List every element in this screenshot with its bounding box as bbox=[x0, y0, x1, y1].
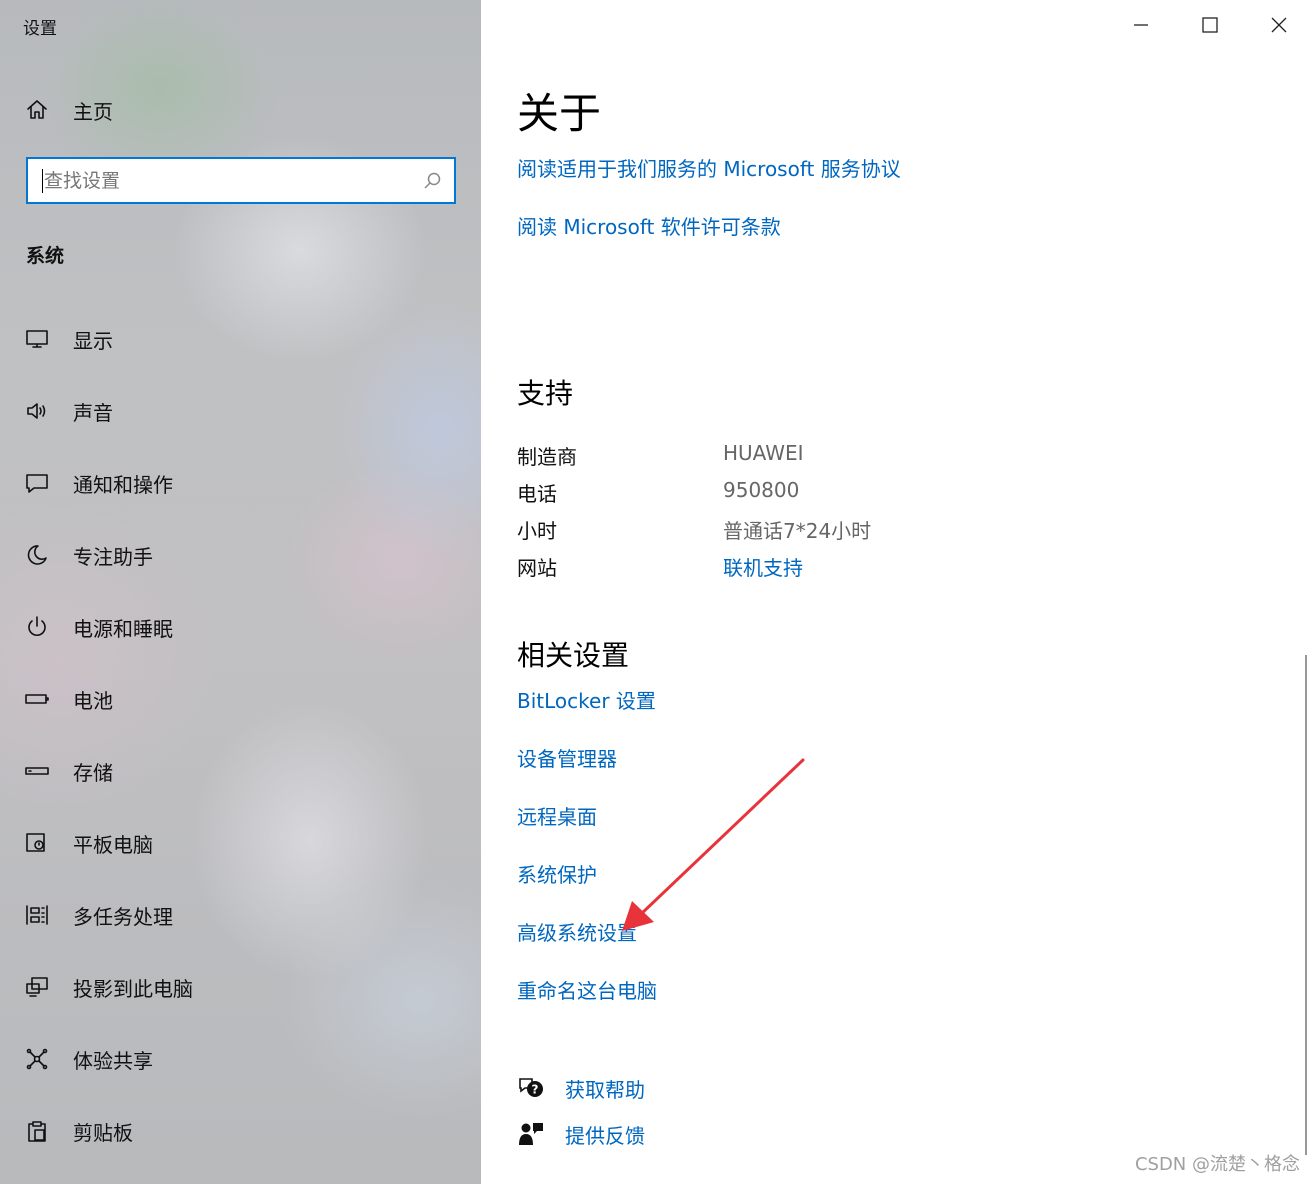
support-heading: 支持 bbox=[517, 377, 574, 410]
sidebar-item-label: 专注助手 bbox=[73, 544, 153, 569]
nav-list: 显示 声音 通知和操作 专注助手 电源和睡眠 电池 存储 平板电脑 多任务处理 … bbox=[0, 303, 481, 1167]
feedback-icon bbox=[519, 1123, 543, 1145]
project-icon bbox=[24, 974, 50, 1000]
link-bitlocker-settings[interactable]: BitLocker 设置 bbox=[517, 685, 656, 714]
support-key-hours: 小时 bbox=[517, 519, 557, 543]
support-key-phone: 电话 bbox=[517, 482, 557, 506]
link-services-agreement[interactable]: 阅读适用于我们服务的 Microsoft 服务协议 bbox=[517, 153, 901, 182]
main-content: 关于 阅读适用于我们服务的 Microsoft 服务协议 阅读 Microsof… bbox=[517, 0, 1277, 1184]
home-icon bbox=[24, 97, 50, 123]
support-key-manufacturer: 制造商 bbox=[517, 445, 577, 469]
give-feedback-label: 提供反馈 bbox=[565, 1123, 645, 1148]
link-remote-desktop[interactable]: 远程桌面 bbox=[517, 801, 597, 830]
link-online-support[interactable]: 联机支持 bbox=[723, 552, 803, 581]
share-icon bbox=[24, 1046, 50, 1072]
sidebar-item-label: 多任务处理 bbox=[73, 904, 173, 929]
sidebar-item-focus-assist[interactable]: 专注助手 bbox=[0, 519, 481, 591]
clipboard-icon bbox=[24, 1118, 50, 1144]
app-title: 设置 bbox=[23, 19, 57, 39]
sidebar-item-label: 电池 bbox=[73, 688, 113, 713]
sidebar: 设置 主页 系统 显示 声音 通知和操 bbox=[0, 0, 481, 1184]
get-help-label: 获取帮助 bbox=[565, 1077, 645, 1102]
link-system-protection[interactable]: 系统保护 bbox=[517, 859, 597, 888]
sidebar-item-tablet[interactable]: 平板电脑 bbox=[0, 807, 481, 879]
sidebar-item-label: 电源和睡眠 bbox=[73, 616, 173, 641]
sidebar-item-label: 显示 bbox=[73, 328, 113, 353]
sidebar-item-battery[interactable]: 电池 bbox=[0, 663, 481, 735]
support-key-website: 网站 bbox=[517, 556, 557, 580]
nav-home[interactable]: 主页 bbox=[0, 88, 481, 132]
sidebar-item-multitasking[interactable]: 多任务处理 bbox=[0, 879, 481, 951]
scrollbar[interactable] bbox=[1305, 655, 1307, 1155]
sidebar-item-clipboard[interactable]: 剪贴板 bbox=[0, 1095, 481, 1167]
battery-icon bbox=[24, 686, 50, 712]
support-value-phone: 950800 bbox=[723, 478, 800, 502]
nav-home-label: 主页 bbox=[73, 99, 113, 124]
give-feedback-link[interactable]: 提供反馈 bbox=[517, 1117, 817, 1151]
sidebar-item-label: 通知和操作 bbox=[73, 472, 173, 497]
storage-icon bbox=[24, 758, 50, 784]
section-label-system: 系统 bbox=[26, 245, 65, 267]
moon-icon bbox=[24, 542, 50, 568]
search-box[interactable] bbox=[26, 157, 456, 204]
get-help-link[interactable]: ? 获取帮助 bbox=[517, 1071, 817, 1105]
multitask-icon bbox=[24, 902, 50, 928]
tablet-icon bbox=[24, 830, 50, 856]
sidebar-item-notifications[interactable]: 通知和操作 bbox=[0, 447, 481, 519]
link-rename-pc[interactable]: 重命名这台电脑 bbox=[517, 975, 657, 1004]
search-icon[interactable] bbox=[422, 171, 442, 191]
sidebar-item-label: 投影到此电脑 bbox=[73, 976, 193, 1001]
text-caret bbox=[42, 169, 43, 193]
sidebar-item-label: 存储 bbox=[73, 760, 113, 785]
related-settings-heading: 相关设置 bbox=[517, 639, 630, 672]
sidebar-item-project[interactable]: 投影到此电脑 bbox=[0, 951, 481, 1023]
sidebar-item-label: 声音 bbox=[73, 400, 113, 425]
notification-icon bbox=[24, 470, 50, 496]
sidebar-item-label: 平板电脑 bbox=[73, 832, 153, 857]
link-license-terms[interactable]: 阅读 Microsoft 软件许可条款 bbox=[517, 211, 781, 240]
power-icon bbox=[24, 614, 50, 640]
support-value-manufacturer: HUAWEI bbox=[723, 441, 804, 465]
sidebar-item-label: 剪贴板 bbox=[73, 1120, 133, 1145]
link-advanced-system-settings[interactable]: 高级系统设置 bbox=[517, 917, 637, 946]
sidebar-item-storage[interactable]: 存储 bbox=[0, 735, 481, 807]
watermark: CSDN @流楚丶格念 bbox=[1134, 1154, 1300, 1175]
sidebar-item-power-sleep[interactable]: 电源和睡眠 bbox=[0, 591, 481, 663]
link-device-manager[interactable]: 设备管理器 bbox=[517, 743, 617, 772]
svg-text:?: ? bbox=[532, 1083, 539, 1097]
sidebar-item-shared-experiences[interactable]: 体验共享 bbox=[0, 1023, 481, 1095]
sidebar-item-display[interactable]: 显示 bbox=[0, 303, 481, 375]
sidebar-item-label: 体验共享 bbox=[73, 1048, 153, 1073]
help-chat-icon: ? bbox=[519, 1078, 543, 1097]
monitor-icon bbox=[24, 326, 50, 352]
search-input[interactable] bbox=[44, 169, 404, 192]
page-title: 关于 bbox=[517, 89, 602, 138]
support-value-hours: 普通话7*24小时 bbox=[723, 519, 872, 543]
speaker-icon bbox=[24, 398, 50, 424]
sidebar-item-sound[interactable]: 声音 bbox=[0, 375, 481, 447]
